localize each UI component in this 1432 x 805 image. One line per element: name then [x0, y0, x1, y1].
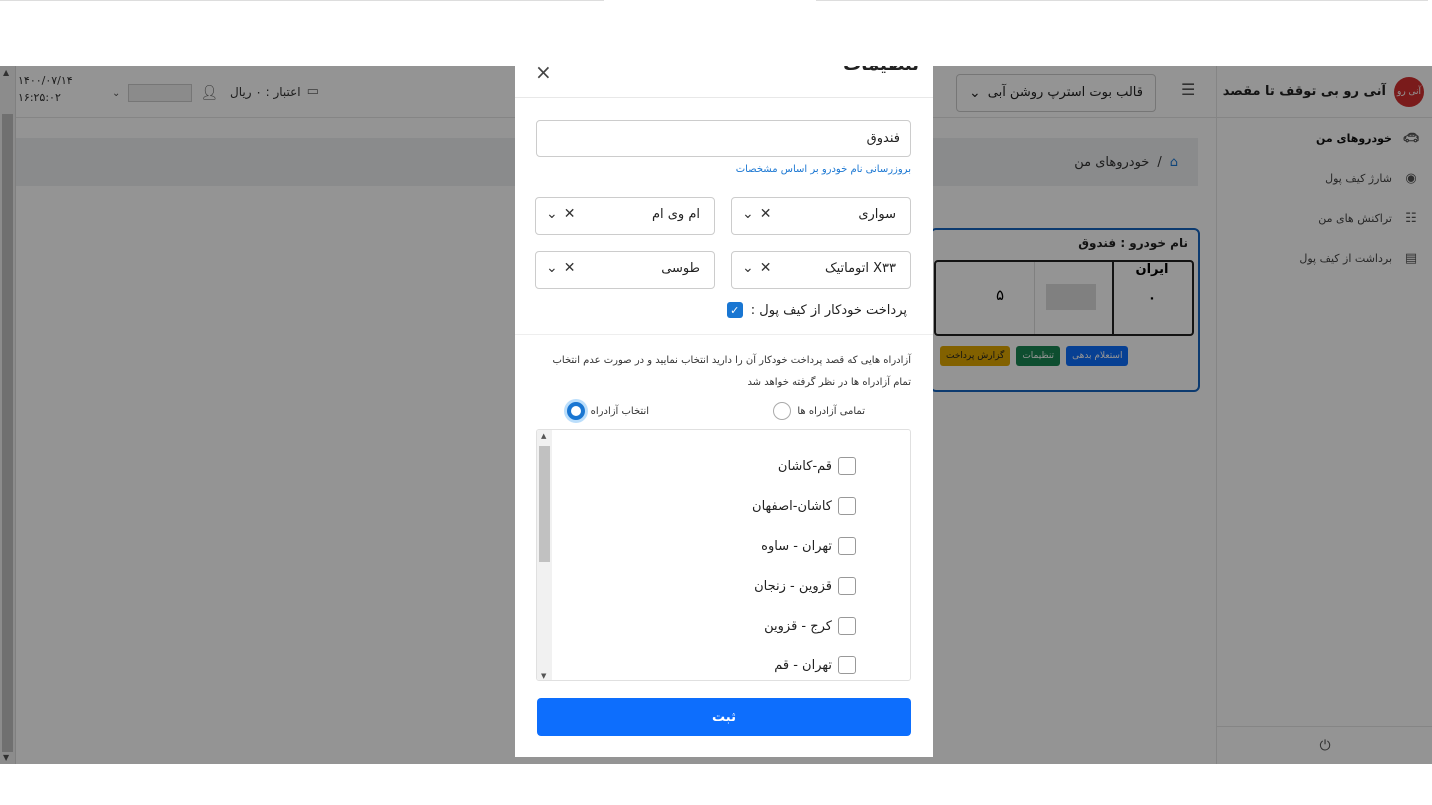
- list-item[interactable]: قزوین - زنجان: [754, 577, 856, 595]
- highway-label: کاشان-اصفهان: [752, 498, 832, 514]
- settings-modal: تنظیمات × بروزرسانی نام خودرو بر اساس مش…: [515, 66, 933, 757]
- highway-checkbox[interactable]: [838, 617, 856, 635]
- color-select[interactable]: طوسی ⌄✕: [535, 251, 715, 289]
- model-select[interactable]: X۳۳ اتوماتیک ⌄✕: [731, 251, 911, 289]
- app-viewport: ▲ ▼ ۱۴۰۰/۰۷/۱۴ ۱۶:۲۵:۰۲ ⌄ 👤︎ ▭ اعتبار : …: [0, 66, 1432, 764]
- highway-description: آزادراه هایی که قصد پرداخت خودکار آن را …: [552, 355, 912, 388]
- top-divider: [816, 0, 1428, 1]
- list-item[interactable]: تهران - قم: [774, 656, 856, 674]
- highway-checkbox[interactable]: [838, 577, 856, 595]
- auto-pay-checkbox[interactable]: ✓: [726, 302, 743, 318]
- close-icon[interactable]: ×: [535, 66, 552, 84]
- top-divider: [0, 0, 604, 1]
- auto-pay-label: پرداخت خودکار از کیف پول :: [750, 302, 907, 318]
- highway-checkbox[interactable]: [838, 656, 856, 674]
- scrollbar-thumb[interactable]: [539, 446, 550, 562]
- clear-chevron-icons[interactable]: ⌄✕: [546, 260, 581, 276]
- highway-label: تهران - ساوه: [761, 538, 832, 554]
- scroll-up-icon[interactable]: ▲: [541, 432, 546, 440]
- radio-label: تمامی آزادراه ها: [797, 405, 865, 417]
- modal-title: تنظیمات: [843, 66, 919, 75]
- brand-value: ام وی ام: [651, 207, 700, 222]
- radio-dot[interactable]: [773, 402, 792, 420]
- vehicle-type-select[interactable]: سواری ⌄✕: [731, 197, 911, 235]
- list-item[interactable]: کرج - قزوین: [764, 617, 856, 635]
- browser-top-area: [0, 0, 1432, 66]
- clear-chevron-icons[interactable]: ⌄✕: [742, 260, 777, 276]
- highway-label: قزوین - زنجان: [754, 578, 832, 594]
- radio-label: انتخاب آزادراه: [590, 405, 649, 417]
- brand-select[interactable]: ام وی ام ⌄✕: [535, 197, 715, 235]
- highway-checkbox[interactable]: [838, 537, 856, 555]
- auto-pay-row: پرداخت خودکار از کیف پول : ✓: [726, 302, 907, 318]
- highway-label: تهران - قم: [774, 657, 832, 673]
- radio-dot[interactable]: [566, 402, 585, 420]
- modal-header: تنظیمات ×: [515, 66, 933, 98]
- radio-select-highways[interactable]: انتخاب آزادراه: [566, 402, 649, 420]
- update-name-link[interactable]: بروزرسانی نام خودرو بر اساس مشخصات: [736, 164, 911, 175]
- browser-bottom-area: [0, 764, 1432, 805]
- scroll-down-icon[interactable]: ▼: [541, 672, 546, 680]
- divider: [515, 334, 933, 335]
- car-name-input[interactable]: [536, 120, 911, 157]
- vehicle-type-value: سواری: [858, 207, 896, 222]
- model-value: X۳۳ اتوماتیک: [824, 261, 896, 276]
- highway-checkbox[interactable]: [838, 457, 856, 475]
- list-item[interactable]: تهران - ساوه: [761, 537, 856, 555]
- submit-button[interactable]: ثبت: [537, 698, 911, 736]
- color-value: طوسی: [661, 261, 700, 276]
- clear-chevron-icons[interactable]: ⌄✕: [742, 206, 777, 222]
- list-item[interactable]: قم-کاشان: [778, 457, 856, 475]
- list-scrollbar[interactable]: ▲ ▼: [537, 430, 552, 680]
- clear-chevron-icons[interactable]: ⌄✕: [546, 206, 581, 222]
- highway-checkbox[interactable]: [838, 497, 856, 515]
- highway-label: قم-کاشان: [777, 458, 832, 474]
- list-item[interactable]: کاشان-اصفهان: [752, 497, 856, 515]
- highway-label: کرج - قزوین: [764, 618, 832, 634]
- highway-list: ▲ ▼ قم-کاشان کاشان-اصفهان تهران - ساوه ق…: [536, 429, 911, 681]
- radio-all-highways[interactable]: تمامی آزادراه ها: [773, 402, 865, 420]
- highway-mode-radios: انتخاب آزادراه تمامی آزادراه ها: [533, 402, 911, 422]
